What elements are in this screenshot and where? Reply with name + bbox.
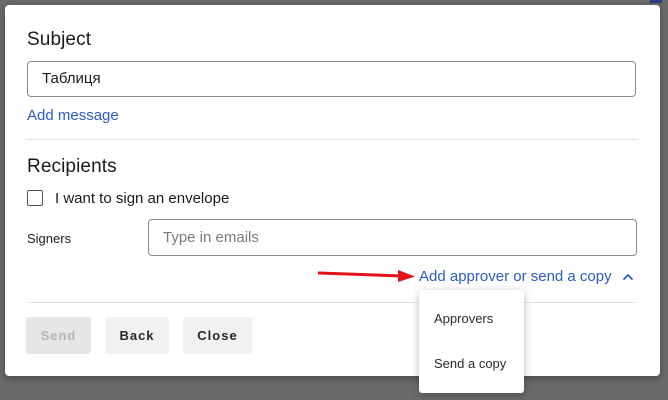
close-button[interactable]: Close [183, 317, 252, 354]
recipients-heading: Recipients [27, 156, 117, 177]
menu-item-send-a-copy[interactable]: Send a copy [434, 356, 506, 371]
add-approver-or-copy-link[interactable]: Add approver or send a copy [419, 268, 634, 285]
approver-dropdown-menu: Approvers Send a copy [419, 290, 524, 393]
subject-input[interactable]: Таблиця [27, 61, 636, 97]
add-message-link[interactable]: Add message [27, 107, 119, 124]
send-envelope-dialog: Subject Таблиця Add message Recipients I… [5, 5, 660, 376]
subject-heading: Subject [27, 29, 92, 50]
red-arrow-annotation-icon [318, 270, 415, 282]
add-approver-or-copy-label: Add approver or send a copy [419, 268, 612, 285]
section-divider [27, 139, 637, 140]
menu-item-approvers[interactable]: Approvers [434, 311, 493, 326]
background-accent [650, 0, 662, 3]
send-button[interactable]: Send [26, 317, 91, 354]
self-sign-label: I want to sign an envelope [55, 190, 230, 207]
signers-email-input[interactable] [148, 219, 637, 256]
signers-label: Signers [27, 231, 72, 246]
back-button[interactable]: Back [105, 317, 169, 354]
self-sign-checkbox[interactable] [27, 190, 43, 206]
footer-divider [27, 302, 637, 303]
chevron-up-icon [622, 273, 633, 280]
